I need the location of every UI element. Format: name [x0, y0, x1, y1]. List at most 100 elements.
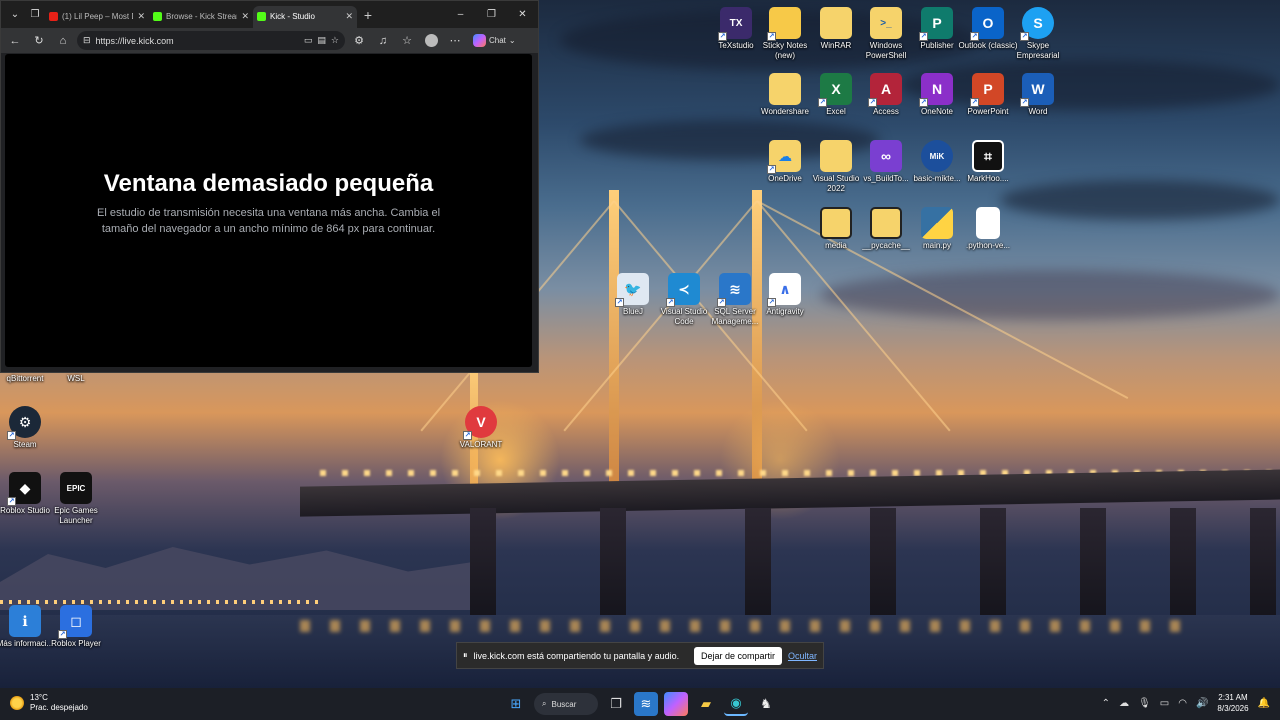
- camera-icon[interactable]: ▭: [304, 35, 313, 46]
- tab-kick-browse[interactable]: Browse - Kick Stream ✕: [149, 6, 253, 28]
- media-playback-icon[interactable]: ♫: [373, 31, 393, 51]
- desktop-icon-skype[interactable]: S ↗ Skype Empresarial: [1007, 7, 1069, 61]
- desktop-icon-python-version[interactable]: .python-ve...: [957, 207, 1019, 251]
- access-icon: A ↗: [868, 73, 902, 107]
- tab-youtube[interactable]: (1) Lil Peep – Most D... ✕: [45, 6, 149, 28]
- profile-avatar-icon[interactable]: [421, 31, 441, 51]
- copilot-chat-button[interactable]: Chat ⌄: [469, 34, 520, 47]
- page-heading: Ventana demasiado pequeña: [103, 170, 434, 197]
- sql-server-icon: ≋ ↗: [717, 273, 751, 307]
- onedrive-icon: ☁ ↗: [767, 140, 801, 174]
- youtube-favicon-icon: [49, 12, 58, 21]
- outlook-icon: O ↗: [970, 7, 1004, 41]
- steam-icon: ⚙ ↗: [7, 406, 41, 440]
- miktex-icon: MiK: [921, 140, 953, 172]
- taskbar-search[interactable]: ⌕ Buscar: [534, 693, 598, 715]
- address-bar[interactable]: ⊟ https://live.kick.com ▭ ▤ ☆: [77, 31, 345, 50]
- edge-browser-icon[interactable]: ◉: [724, 692, 748, 716]
- taskbar: 13°C Prac. despejado ⊞ ⌕ Buscar ❐ ≋ ▰ ◉ …: [0, 688, 1280, 720]
- desktop-icon-word[interactable]: W ↗ Word: [1007, 73, 1069, 117]
- reading-view-icon[interactable]: ▤: [317, 35, 326, 46]
- texstudio-icon: TX ↗: [718, 7, 752, 41]
- valorant-icon: V ↗: [463, 406, 497, 440]
- folder-icon: [870, 207, 902, 239]
- publisher-icon: P ↗: [919, 7, 953, 41]
- weather-desc: Prac. despejado: [30, 703, 88, 712]
- file-explorer-icon[interactable]: ▰: [694, 692, 718, 716]
- favorite-star-icon[interactable]: ☆: [331, 35, 339, 46]
- onedrive-cloud-icon[interactable]: ☁: [1119, 698, 1129, 709]
- copilot-icon: [473, 34, 486, 47]
- bluej-icon: 🐦 ↗: [615, 273, 649, 307]
- desktop-icon-roblox-player[interactable]: ◻ ↗ Roblox Player: [45, 605, 107, 649]
- desktop-icon-wsl[interactable]: WSL: [45, 372, 107, 384]
- home-icon[interactable]: ⌂: [53, 31, 73, 51]
- python-file-icon: [921, 207, 953, 239]
- maximize-icon[interactable]: ❐: [476, 9, 507, 20]
- wifi-icon[interactable]: ◠: [1178, 698, 1187, 709]
- antigravity-icon: ∧ ↗: [767, 273, 801, 307]
- volume-icon[interactable]: 🔊: [1196, 698, 1208, 709]
- task-view-icon[interactable]: ❐: [604, 692, 628, 716]
- sticky-notes-icon: ↗: [767, 7, 801, 41]
- folder-icon: [769, 73, 801, 105]
- copilot-taskbar-icon[interactable]: [664, 692, 688, 716]
- desktop-icon-epic-games[interactable]: EPIC Epic Games Launcher: [45, 472, 107, 526]
- weather-widget[interactable]: 13°C Prac. despejado: [10, 693, 88, 713]
- pause-icon: ⏸: [463, 650, 468, 660]
- page-content: Ventana demasiado pequeña El estudio de …: [5, 54, 532, 367]
- desktop-icon-valorant[interactable]: V ↗ VALORANT: [450, 406, 512, 450]
- display-icon[interactable]: ▭: [1160, 698, 1169, 709]
- folder-icon: >_: [870, 7, 902, 39]
- close-tab-icon[interactable]: ✕: [137, 11, 145, 22]
- word-icon: W ↗: [1020, 73, 1054, 107]
- refresh-icon[interactable]: ↻: [29, 31, 49, 51]
- search-icon: ⌕: [542, 699, 547, 708]
- microphone-icon[interactable]: 🎙: [1138, 698, 1151, 709]
- page-message: El estudio de transmisión necesita una v…: [96, 207, 441, 235]
- markhoo-icon: ⌗: [972, 140, 1004, 172]
- back-arrow-icon[interactable]: ←: [5, 31, 25, 51]
- start-windows-icon[interactable]: ⊞: [504, 692, 528, 716]
- photo-info-icon: ℹ: [9, 605, 41, 637]
- share-message: live.kick.com está compartiendo tu panta…: [473, 650, 680, 661]
- weather-sun-icon: [10, 696, 24, 710]
- taskbar-apps: ⊞ ⌕ Buscar ❐ ≋ ▰ ◉ ♞: [504, 692, 778, 716]
- app-taskbar-icon[interactable]: ♞: [754, 692, 778, 716]
- excel-icon: X ↗: [818, 73, 852, 107]
- system-tray: ⌃ ☁ 🎙 ▭ ◠ 🔊 2:31 AM 8/3/2026 🔔: [1102, 692, 1270, 714]
- extensions-icon[interactable]: ⚙: [349, 31, 369, 51]
- close-window-icon[interactable]: ✕: [507, 9, 538, 20]
- close-tab-icon[interactable]: ✕: [241, 11, 249, 22]
- minimize-icon[interactable]: –: [445, 9, 476, 20]
- ssms-taskbar-icon[interactable]: ≋: [634, 692, 658, 716]
- folder-icon: [820, 7, 852, 39]
- desktop-icon-antigravity[interactable]: ∧ ↗ Antigravity: [754, 273, 816, 317]
- favorites-icon[interactable]: ☆: [397, 31, 417, 51]
- epic-games-icon: EPIC: [60, 472, 92, 504]
- site-info-icon[interactable]: ⊟: [83, 35, 91, 46]
- tab-kick-studio[interactable]: Kick - Studio ✕: [253, 5, 357, 28]
- tab-actions-chevron-icon[interactable]: ⌄: [5, 5, 25, 25]
- roblox-studio-icon: ◆ ↗: [7, 472, 41, 506]
- stop-sharing-button[interactable]: Dejar de compartir: [693, 646, 782, 665]
- screen-share-bar: ⏸ live.kick.com está compartiendo tu pan…: [456, 642, 824, 669]
- chevron-up-icon[interactable]: ⌃: [1102, 698, 1110, 709]
- desktop-icon-markhoo[interactable]: ⌗ MarkHoo....: [957, 140, 1019, 184]
- close-tab-icon[interactable]: ✕: [345, 11, 353, 22]
- roblox-player-icon: ◻ ↗: [58, 605, 92, 639]
- onenote-icon: N ↗: [919, 73, 953, 107]
- file-icon: [976, 207, 1000, 239]
- new-tab-button[interactable]: +: [357, 7, 379, 23]
- more-menu-icon[interactable]: ⋯: [445, 31, 465, 51]
- kick-favicon-icon: [257, 12, 266, 21]
- notifications-bell-icon[interactable]: 🔔: [1258, 698, 1270, 709]
- workspaces-icon[interactable]: ❐: [25, 5, 45, 25]
- browser-toolbar: ← ↻ ⌂ ⊟ https://live.kick.com ▭ ▤ ☆ ⚙ ♫ …: [1, 28, 538, 53]
- powerpoint-icon: P ↗: [970, 73, 1004, 107]
- vscode-icon: ≺ ↗: [666, 273, 700, 307]
- desktop-icon-steam[interactable]: ⚙ ↗ Steam: [0, 406, 56, 450]
- clock[interactable]: 2:31 AM 8/3/2026: [1217, 692, 1248, 714]
- folder-icon: [820, 207, 852, 239]
- hide-button[interactable]: Ocultar: [788, 651, 817, 661]
